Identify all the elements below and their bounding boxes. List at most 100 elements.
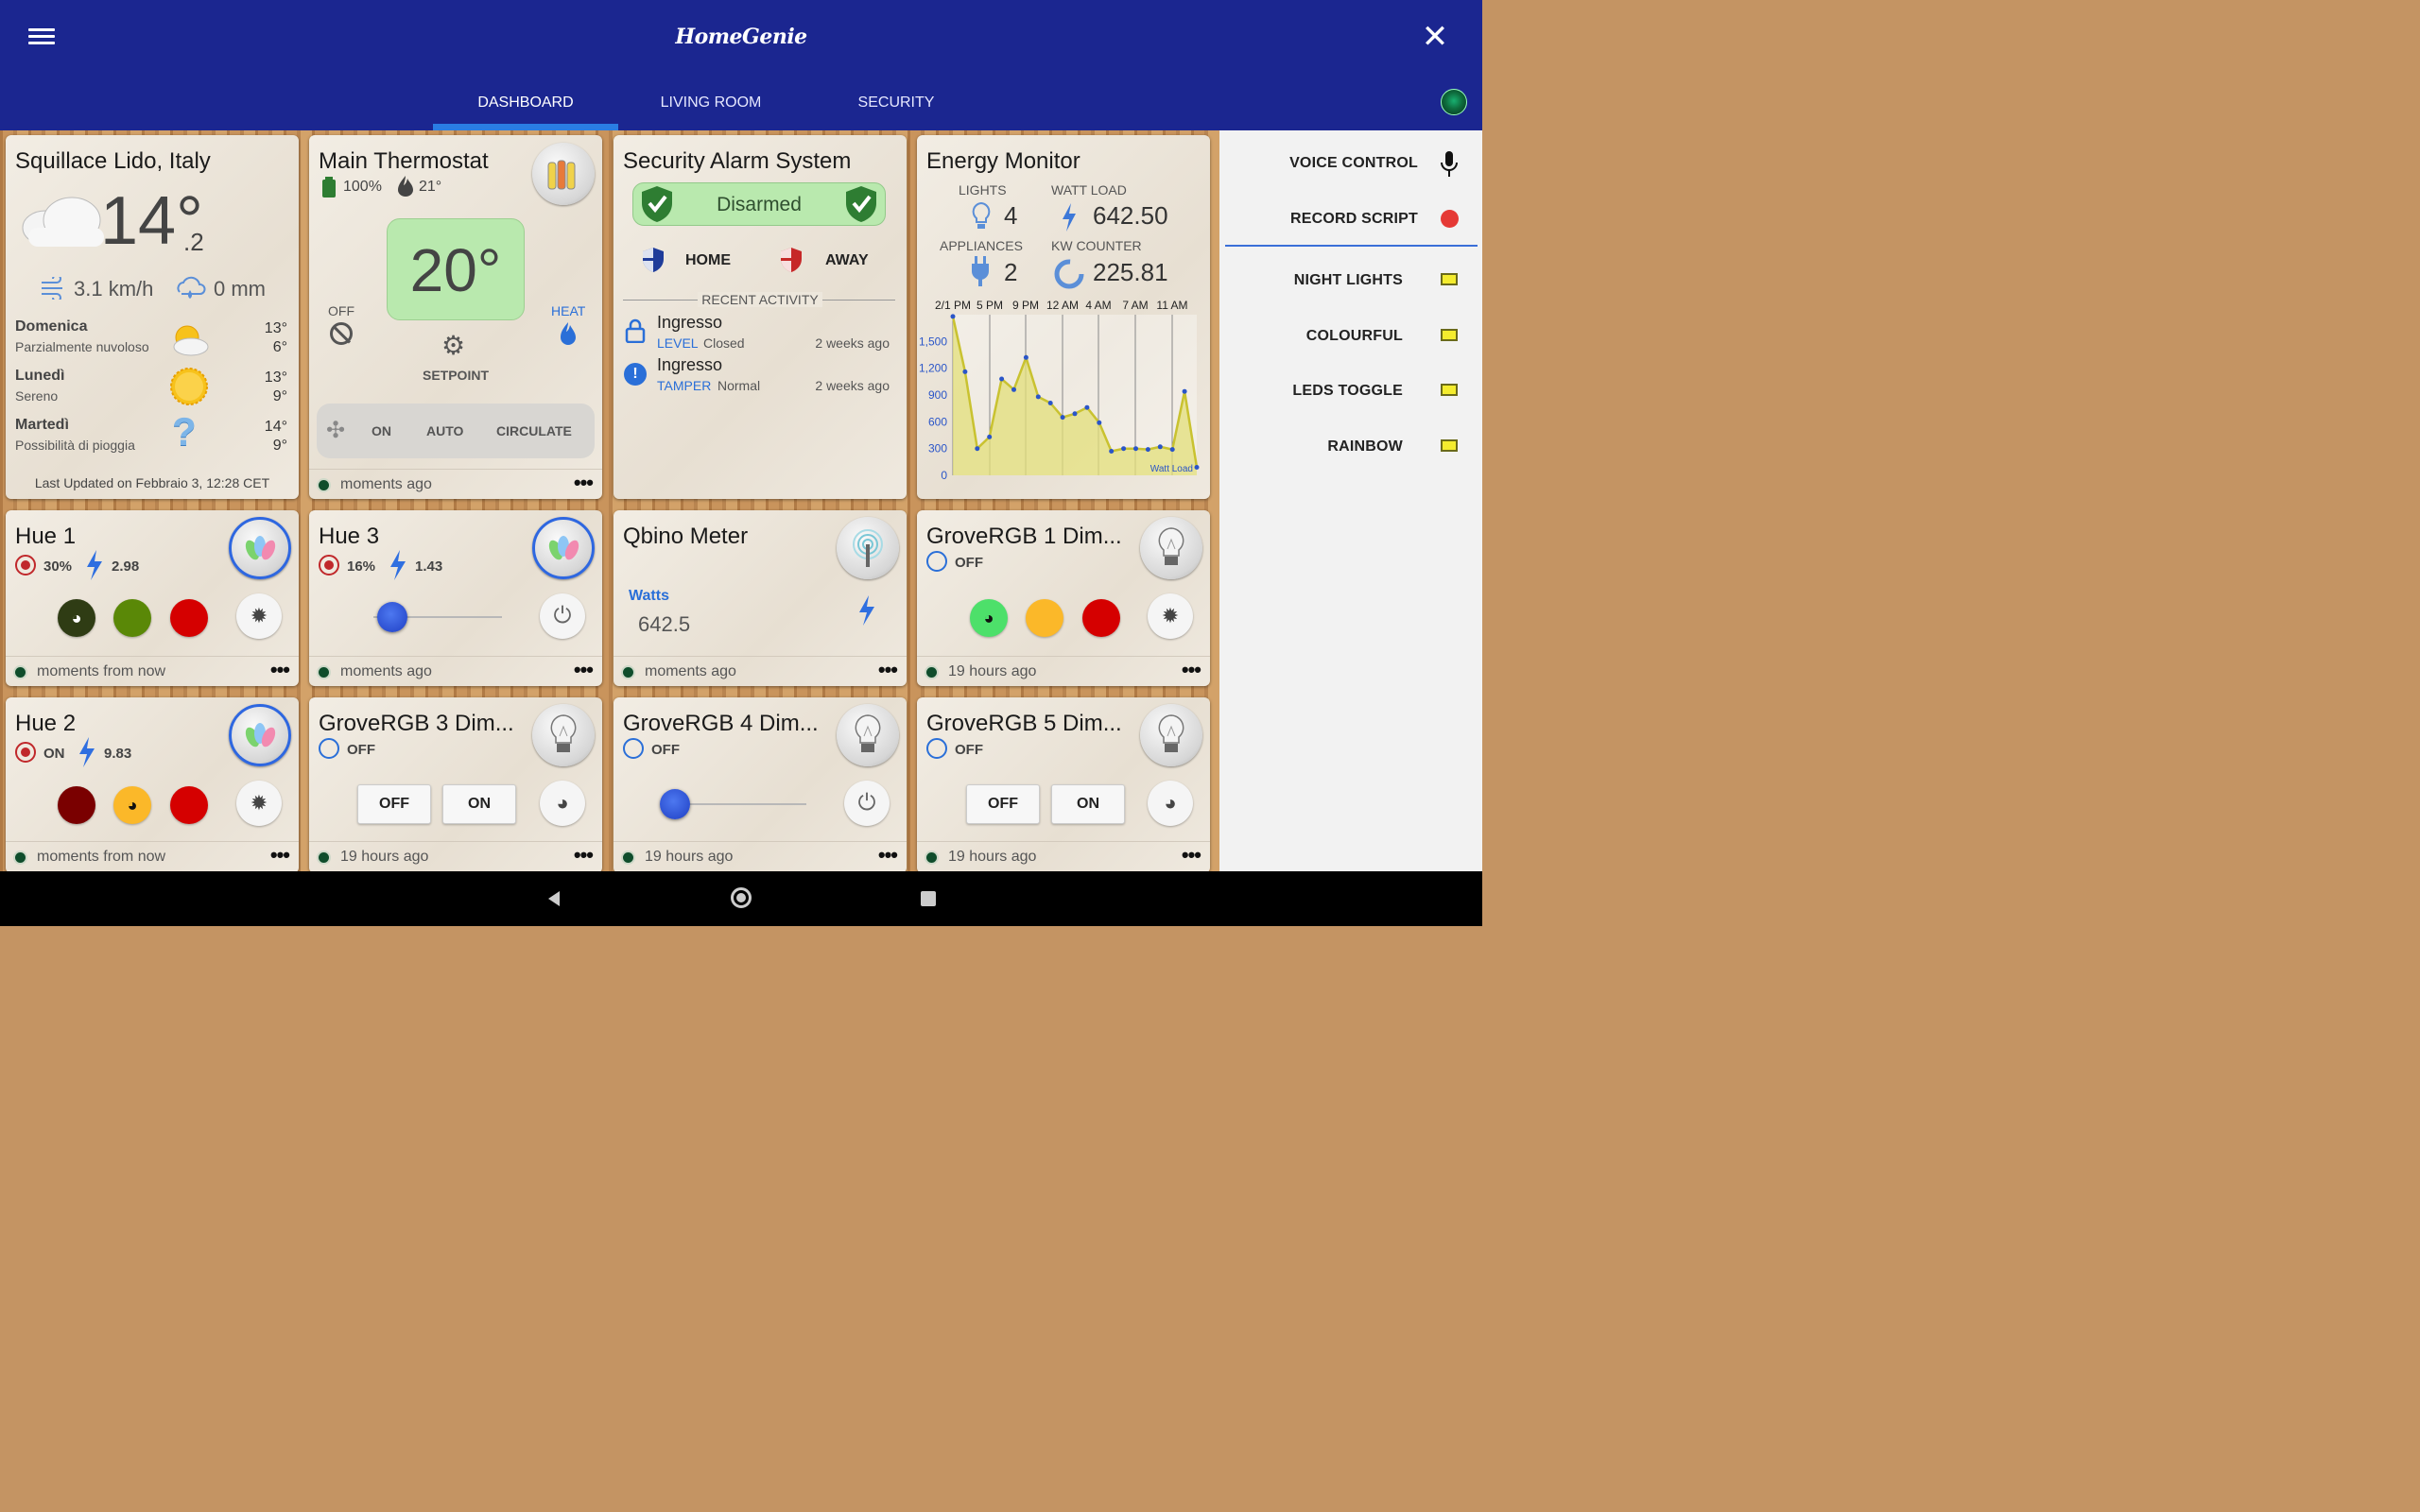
- tab-security[interactable]: SECURITY: [804, 93, 989, 130]
- light-bulb-icon[interactable]: [1140, 517, 1202, 579]
- voice-control-button[interactable]: VOICE CONTROL: [1289, 155, 1418, 172]
- script-night-lights[interactable]: NIGHT LIGHTS: [1294, 272, 1403, 289]
- script-leds-toggle[interactable]: LEDS TOGGLE: [1292, 383, 1403, 400]
- brightness-icon[interactable]: ✹: [1148, 593, 1193, 639]
- level-indicator-icon: [15, 555, 36, 576]
- dimmer-slider-knob[interactable]: [660, 789, 690, 819]
- widget-footer: moments ago •••: [614, 656, 907, 686]
- lightning-icon: [859, 595, 874, 626]
- color-palette-button[interactable]: ◕: [58, 599, 95, 637]
- palette-icon[interactable]: ◕: [540, 781, 585, 826]
- more-options-icon[interactable]: •••: [1182, 843, 1201, 868]
- dimmer-slider-knob[interactable]: [377, 602, 407, 632]
- switch-on-button[interactable]: ON: [1051, 784, 1125, 824]
- fan-mode-on[interactable]: ON: [372, 423, 391, 438]
- last-update: moments ago: [645, 663, 736, 679]
- data-point: [950, 314, 956, 319]
- heat-mode-icon[interactable]: [559, 321, 578, 346]
- y-tick-label: 0: [941, 469, 947, 482]
- setpoint-gear-icon[interactable]: ⚙: [441, 330, 465, 361]
- microphone-icon[interactable]: [1441, 151, 1458, 178]
- record-icon[interactable]: [1441, 210, 1459, 228]
- status-led-icon: [319, 852, 329, 863]
- status-led-icon: [15, 852, 26, 863]
- y-tick-label: 1,500: [919, 335, 947, 348]
- light-bulb-icon[interactable]: [837, 704, 899, 766]
- script-colourful[interactable]: COLOURFUL: [1306, 328, 1403, 345]
- more-options-icon[interactable]: •••: [574, 843, 594, 868]
- recents-icon[interactable]: [921, 891, 936, 906]
- device-title: Hue 1: [15, 524, 77, 549]
- state-value: OFF: [955, 742, 983, 758]
- data-point: [1084, 404, 1090, 410]
- energy-monitor-widget: Energy Monitor LIGHTS 4 WATT LOAD 642.50…: [917, 135, 1210, 499]
- security-title: Security Alarm System: [623, 148, 852, 174]
- palette-icon[interactable]: ◕: [1148, 781, 1193, 826]
- setpoint-value: 20°: [409, 236, 502, 304]
- x-tick-label: 9 PM: [1012, 299, 1039, 312]
- dimmer-slider[interactable]: [674, 803, 806, 805]
- color-swatch-green[interactable]: [113, 599, 151, 637]
- color-palette-button[interactable]: ◕: [113, 786, 151, 824]
- script-rainbow[interactable]: RAINBOW: [1327, 438, 1403, 455]
- cloud-icon: [22, 197, 104, 247]
- light-bulb-icon[interactable]: [1140, 704, 1202, 766]
- y-tick-label: 600: [928, 415, 947, 428]
- switch-off-button[interactable]: OFF: [966, 784, 1040, 824]
- kw-counter-value: 225.81: [1093, 258, 1168, 286]
- christmas-lights-icon[interactable]: [229, 517, 291, 579]
- fan-mode-auto[interactable]: AUTO: [426, 423, 463, 438]
- color-swatch-dark-red[interactable]: [58, 786, 95, 824]
- power-icon[interactable]: ⏻: [540, 593, 585, 639]
- hue1-widget: Hue 1 30% 2.98 ◕ ✹ moments from now •••: [6, 510, 299, 686]
- arm-away-button[interactable]: AWAY: [825, 252, 869, 269]
- widget-footer: moments ago •••: [309, 469, 602, 499]
- christmas-lights-icon[interactable]: [229, 704, 291, 766]
- forecast-day-name: Lunedì: [15, 368, 65, 384]
- back-icon[interactable]: [544, 889, 563, 908]
- widget-footer: moments from now •••: [6, 656, 299, 686]
- off-mode-icon[interactable]: [330, 322, 353, 345]
- more-options-icon[interactable]: •••: [270, 658, 290, 682]
- more-options-icon[interactable]: •••: [878, 843, 898, 868]
- forecast-high: 14°: [264, 419, 287, 435]
- color-swatch-red[interactable]: [1082, 599, 1120, 637]
- state-value: OFF: [347, 742, 375, 758]
- brightness-icon[interactable]: ✹: [236, 593, 282, 639]
- home-icon[interactable]: [731, 887, 752, 908]
- color-swatch-red[interactable]: [170, 786, 208, 824]
- kw-counter-label: KW COUNTER: [1051, 238, 1142, 253]
- switch-on-button[interactable]: ON: [442, 784, 516, 824]
- heater-icon[interactable]: [532, 143, 595, 205]
- tab-living-room[interactable]: LIVING ROOM: [618, 93, 804, 130]
- battery-level: 100%: [343, 179, 382, 195]
- more-options-icon[interactable]: •••: [574, 471, 594, 495]
- arm-home-button[interactable]: HOME: [685, 252, 731, 269]
- close-icon[interactable]: ✕: [1416, 19, 1454, 57]
- light-bulb-icon[interactable]: [532, 704, 595, 766]
- color-palette-button[interactable]: ◕: [970, 599, 1008, 637]
- fan-mode-circulate[interactable]: CIRCULATE: [496, 423, 572, 438]
- color-swatch-red[interactable]: [170, 599, 208, 637]
- y-tick-label: 1,200: [919, 362, 947, 375]
- connection-status-icon[interactable]: [1441, 89, 1467, 115]
- record-script-button[interactable]: RECORD SCRIPT: [1290, 211, 1418, 228]
- more-options-icon[interactable]: •••: [1182, 658, 1201, 682]
- power-icon[interactable]: ⏻: [844, 781, 890, 826]
- switch-off-button[interactable]: OFF: [357, 784, 431, 824]
- more-options-icon[interactable]: •••: [574, 658, 594, 682]
- meter-signal-icon[interactable]: [837, 517, 899, 579]
- brightness-icon[interactable]: ✹: [236, 781, 282, 826]
- christmas-lights-icon[interactable]: [532, 517, 595, 579]
- color-swatch-orange[interactable]: [1026, 599, 1063, 637]
- data-point: [1145, 447, 1150, 453]
- data-point: [1109, 449, 1115, 454]
- shield-home-icon[interactable]: [642, 247, 665, 273]
- more-options-icon[interactable]: •••: [878, 658, 898, 682]
- mode-off-label: OFF: [328, 303, 354, 318]
- script-status-icon: [1441, 439, 1458, 452]
- more-options-icon[interactable]: •••: [270, 843, 290, 868]
- shield-away-icon[interactable]: [780, 247, 803, 273]
- current-temperature: 21°: [419, 179, 442, 195]
- lightning-icon: [390, 550, 406, 580]
